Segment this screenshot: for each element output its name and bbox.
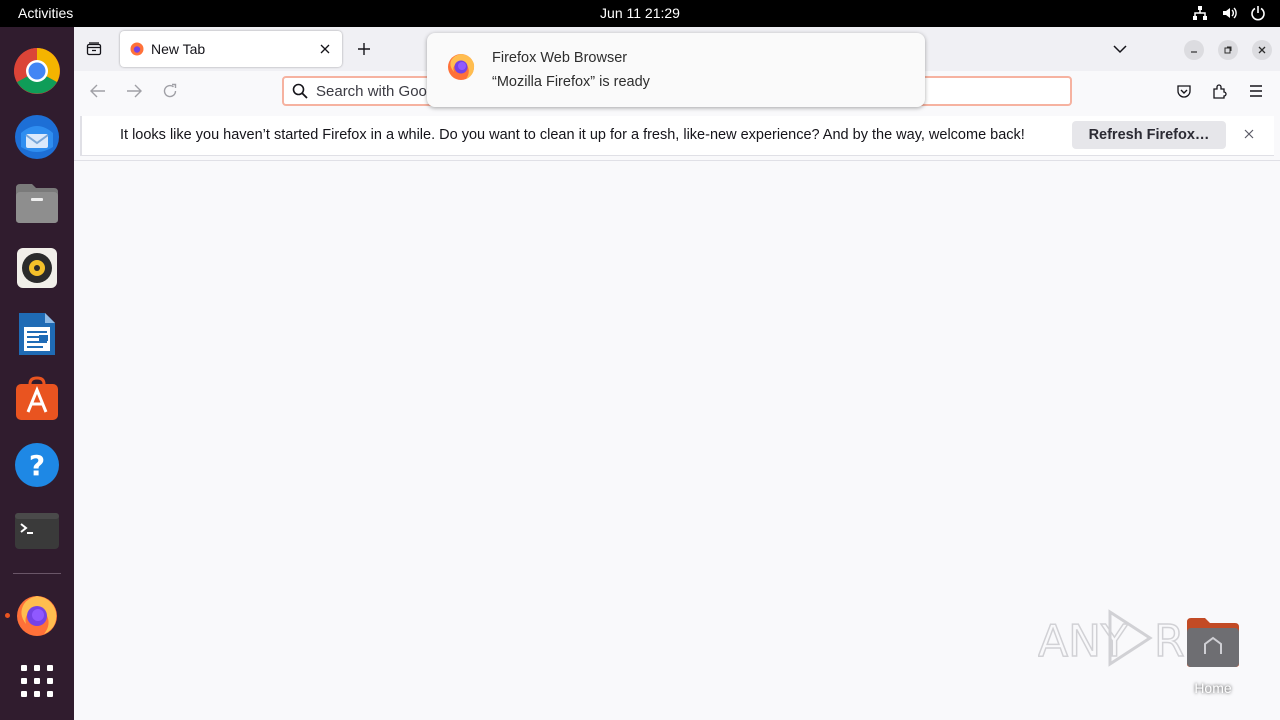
- chrome-icon[interactable]: [12, 46, 62, 96]
- help-icon[interactable]: ?: [12, 440, 62, 490]
- close-window-button[interactable]: [1252, 40, 1272, 60]
- running-indicator: [5, 613, 10, 618]
- firefox-icon[interactable]: [12, 590, 62, 640]
- dock-separator: [13, 573, 61, 574]
- notification-message: It looks like you haven’t started Firefo…: [120, 127, 1025, 143]
- system-notification[interactable]: Firefox Web Browser “Mozilla Firefox” is…: [427, 33, 925, 107]
- refresh-firefox-button[interactable]: Refresh Firefox…: [1072, 121, 1226, 149]
- search-icon: [292, 83, 308, 104]
- tab-new-tab[interactable]: New Tab: [120, 31, 342, 67]
- top-bar: Activities Jun 11 21:29: [0, 0, 1280, 27]
- url-bar-placeholder: Search with Goo: [316, 83, 427, 100]
- firefox-view-icon[interactable]: [84, 39, 104, 59]
- new-tab-button[interactable]: [354, 39, 374, 59]
- pocket-icon[interactable]: [1174, 81, 1194, 101]
- clock[interactable]: Jun 11 21:29: [0, 5, 1280, 21]
- rhythmbox-icon[interactable]: [12, 243, 62, 293]
- tab-close-icon[interactable]: [316, 40, 334, 58]
- system-tray[interactable]: [1192, 5, 1266, 21]
- libreoffice-writer-icon[interactable]: [12, 309, 62, 359]
- ubuntu-software-icon[interactable]: [12, 374, 62, 424]
- thunderbird-icon[interactable]: [12, 112, 62, 162]
- reload-icon[interactable]: [160, 81, 180, 101]
- refresh-notification-bar: It looks like you haven’t started Firefo…: [80, 116, 1274, 156]
- notification-body: “Mozilla Firefox” is ready: [492, 74, 650, 90]
- home-folder-icon[interactable]: [1185, 616, 1241, 668]
- svg-text:?: ?: [29, 449, 45, 482]
- tab-title: New Tab: [151, 41, 206, 57]
- extensions-icon[interactable]: [1210, 81, 1230, 101]
- dock: ?: [0, 27, 74, 720]
- network-icon[interactable]: [1192, 5, 1208, 21]
- firefox-icon: [446, 51, 476, 86]
- firefox-favicon-icon: [130, 42, 144, 61]
- home-folder-label: Home: [1194, 680, 1232, 696]
- show-applications-icon[interactable]: [12, 656, 62, 706]
- notification-title: Firefox Web Browser: [492, 50, 628, 66]
- files-icon[interactable]: [12, 178, 62, 228]
- maximize-button[interactable]: [1218, 40, 1238, 60]
- terminal-icon[interactable]: [12, 506, 62, 556]
- notification-close-icon[interactable]: [1244, 126, 1254, 144]
- list-tabs-chevron-down-icon[interactable]: [1110, 39, 1130, 59]
- volume-icon[interactable]: [1221, 5, 1237, 21]
- forward-arrow-icon[interactable]: [124, 81, 144, 101]
- hamburger-menu-icon[interactable]: [1246, 81, 1266, 101]
- power-icon[interactable]: [1250, 5, 1266, 21]
- minimize-button[interactable]: [1184, 40, 1204, 60]
- back-arrow-icon[interactable]: [88, 81, 108, 101]
